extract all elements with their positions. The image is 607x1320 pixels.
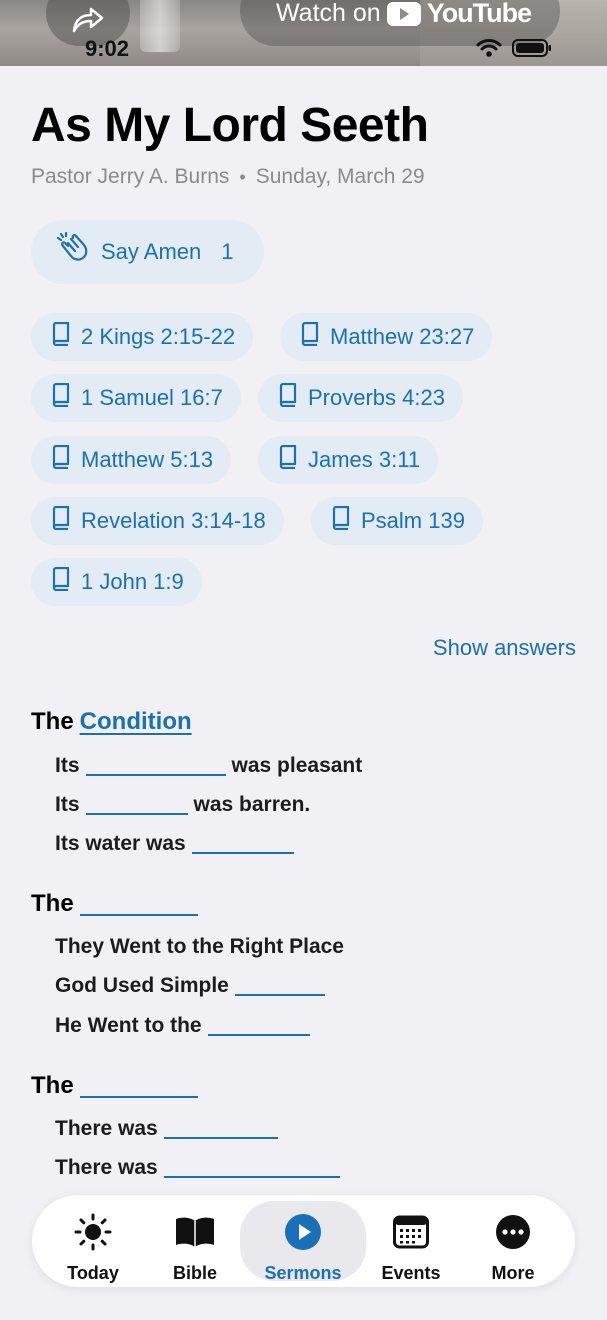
line-text: Its [55, 754, 80, 777]
book-icon [51, 505, 71, 536]
outline-line: God Used Simple [55, 974, 325, 998]
scripture-label: Psalm 139 [361, 508, 465, 533]
video-frame-glass [140, 0, 180, 52]
outline-heading-1: The Condition [31, 708, 192, 736]
answer-blank[interactable] [207, 1016, 310, 1036]
book-icon [51, 382, 71, 413]
say-amen-button[interactable]: Say Amen 1 [31, 220, 264, 284]
answer-blank[interactable] [79, 896, 198, 916]
outline-line: Its water was [55, 832, 294, 856]
tab-more-label: More [491, 1263, 535, 1283]
open-book-icon [174, 1213, 216, 1251]
book-icon [51, 321, 71, 352]
tab-today-label: Today [67, 1263, 119, 1283]
sermon-date: Sunday, March 29 [255, 165, 425, 188]
scripture-label: 1 John 1:9 [81, 569, 184, 594]
scripture-chip[interactable]: Revelation 3:14-18 [31, 497, 284, 545]
scripture-label: Proverbs 4:23 [308, 385, 445, 410]
answer-blank[interactable] [234, 976, 325, 996]
book-icon [51, 444, 71, 475]
tab-events-label: Events [381, 1263, 441, 1283]
outline-line: Its was barren. [55, 793, 310, 817]
condition-link[interactable]: Condition [80, 708, 192, 736]
scripture-label: Revelation 3:14-18 [81, 508, 266, 533]
tab-bible-label: Bible [172, 1263, 217, 1283]
tab-bar: Today Bible Sermons Events More [32, 1195, 575, 1287]
book-icon [278, 382, 298, 413]
line-text: There was [55, 1117, 158, 1140]
answer-blank[interactable] [191, 834, 294, 854]
scripture-chip[interactable]: 1 Samuel 16:7 [31, 374, 241, 422]
answer-blank[interactable] [85, 795, 188, 815]
watch-on-youtube-label[interactable]: Watch on YouTube [276, 0, 532, 29]
tab-more[interactable]: More [458, 1195, 568, 1287]
answer-blank[interactable] [79, 1078, 198, 1098]
more-dots-icon [495, 1213, 531, 1251]
video-player-strip[interactable]: Watch on YouTube 9:02 [0, 0, 607, 66]
line-text: was pleasant [231, 754, 363, 777]
sermon-title: As My Lord Seeth [31, 99, 429, 152]
outline-heading-3: The [31, 1072, 198, 1100]
scripture-chip[interactable]: Matthew 23:27 [280, 313, 493, 361]
wifi-icon [476, 38, 502, 63]
scripture-label: Matthew 5:13 [81, 447, 214, 472]
line-text: Its water was [55, 832, 186, 855]
status-icons [476, 38, 552, 63]
scripture-chip[interactable]: Psalm 139 [311, 497, 483, 545]
tab-bible[interactable]: Bible [140, 1195, 250, 1287]
answer-blank[interactable] [85, 756, 226, 776]
line-text: There was [55, 1156, 158, 1179]
meta-separator: • [239, 166, 246, 187]
answer-blank[interactable] [163, 1119, 278, 1139]
scripture-chip[interactable]: 2 Kings 2:15-22 [31, 313, 254, 361]
tab-today[interactable]: Today [38, 1195, 148, 1287]
answer-blank[interactable] [163, 1158, 340, 1178]
say-amen-label: Say Amen [101, 239, 202, 264]
book-icon [331, 505, 351, 536]
line-text: They Went to the Right Place [55, 935, 344, 958]
share-icon [71, 6, 105, 39]
scripture-chip[interactable]: Matthew 5:13 [31, 436, 232, 484]
scripture-label: Matthew 23:27 [330, 324, 475, 349]
sun-icon [74, 1213, 112, 1251]
line-text: Its [55, 793, 80, 816]
show-answers-button[interactable]: Show answers [433, 635, 576, 661]
line-text: He Went to the [55, 1014, 202, 1037]
watch-on-text: Watch on [276, 0, 381, 27]
outline-line: There was [55, 1117, 278, 1141]
battery-icon [512, 38, 552, 63]
outline-line: They Went to the Right Place [55, 935, 344, 959]
scripture-label: 2 Kings 2:15-22 [81, 324, 236, 349]
outline-line: Its was pleasant [55, 754, 362, 778]
scripture-chip[interactable]: James 3:11 [258, 436, 439, 484]
youtube-wordmark: YouTube [426, 0, 532, 28]
calendar-icon [393, 1213, 429, 1251]
heading-prefix: The [31, 890, 74, 917]
clapping-hands-icon [55, 231, 91, 272]
scripture-label: James 3:11 [308, 447, 421, 472]
book-icon [300, 321, 320, 352]
heading-prefix: The [31, 708, 74, 735]
book-icon [278, 444, 298, 475]
tab-events[interactable]: Events [356, 1195, 466, 1287]
tab-sermons-label: Sermons [264, 1263, 342, 1283]
scripture-label: 1 Samuel 16:7 [81, 385, 223, 410]
amen-count: 1 [221, 239, 234, 264]
line-text: God Used Simple [55, 974, 229, 997]
youtube-play-icon [386, 1, 421, 26]
play-circle-icon [284, 1213, 322, 1251]
scripture-chip[interactable]: 1 John 1:9 [31, 558, 202, 606]
outline-line: There was [55, 1156, 340, 1180]
tab-sermons[interactable]: Sermons [240, 1201, 366, 1283]
status-time: 9:02 [85, 36, 130, 61]
outline-heading-2: The [31, 890, 198, 918]
sermon-meta: Pastor Jerry A. Burns • Sunday, March 29 [31, 165, 425, 189]
scripture-chip[interactable]: Proverbs 4:23 [258, 374, 463, 422]
book-icon [51, 566, 71, 597]
outline-line: He Went to the [55, 1014, 310, 1038]
pastor-name: Pastor Jerry A. Burns [31, 165, 230, 188]
line-text: was barren. [193, 793, 311, 816]
heading-prefix: The [31, 1072, 74, 1099]
